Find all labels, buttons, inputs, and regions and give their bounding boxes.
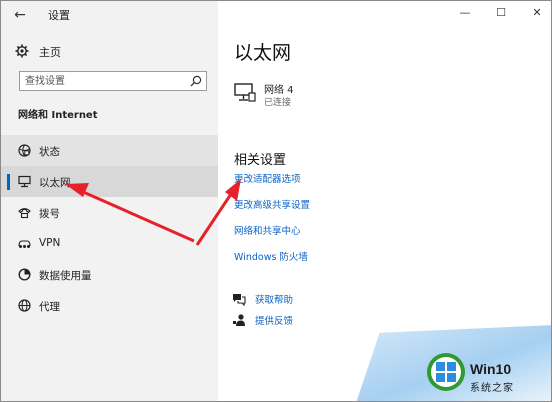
close-button[interactable]: ✕ (527, 5, 547, 21)
watermark-subtitle: 系统之家 (470, 383, 514, 394)
sidebar-item-label: VPN (39, 237, 61, 249)
page-title: 以太网 (234, 42, 292, 64)
window-controls: — ☐ ✕ (443, 1, 551, 27)
network-status: 已连接 (264, 98, 292, 108)
watermark-title: Win10 (470, 361, 512, 377)
status-globe-icon (18, 144, 31, 157)
data-usage-icon (18, 268, 31, 281)
sidebar-item-home[interactable]: 主页 (1, 39, 218, 63)
search-icon[interactable] (190, 75, 202, 87)
proxy-globe-icon (18, 299, 31, 312)
network-name[interactable]: 网络 4 (264, 81, 294, 96)
sidebar-item-proxy[interactable]: 代理 (1, 290, 218, 321)
change-adapter-options-link[interactable]: 更改适配器选项 (234, 171, 301, 185)
sidebar-item-data-usage[interactable]: 数据使用量 (1, 259, 218, 290)
title-bar: ← 设置 (1, 1, 218, 29)
win10-logo-icon (427, 353, 465, 391)
network-computer-icon[interactable] (234, 83, 256, 103)
sidebar-item-ethernet[interactable]: 以太网 (1, 166, 218, 197)
sidebar-item-label: 以太网 (39, 177, 71, 189)
windows-firewall-link[interactable]: Windows 防火墙 (234, 249, 308, 263)
sidebar-item-vpn[interactable]: VPN (1, 228, 218, 259)
minimize-button[interactable]: — (455, 5, 475, 21)
settings-window: ← 设置 主页 网络和 Internet (0, 0, 552, 402)
home-gear-icon (15, 44, 29, 58)
advanced-sharing-settings-link[interactable]: 更改高级共享设置 (234, 197, 310, 211)
search-box[interactable] (19, 71, 207, 91)
home-label: 主页 (39, 46, 61, 59)
related-settings-title: 相关设置 (234, 153, 287, 168)
give-feedback-link[interactable]: 提供反馈 (255, 313, 293, 327)
ethernet-icon (18, 175, 31, 188)
sidebar-item-label: 状态 (39, 146, 60, 158)
get-help-link[interactable]: 获取帮助 (255, 292, 293, 306)
help-chat-icon (233, 294, 246, 306)
network-sharing-center-link[interactable]: 网络和共享中心 (234, 223, 301, 237)
sidebar-item-dialup[interactable]: 拨号 (1, 197, 218, 228)
site-watermark: Win10 系统之家 (356, 325, 551, 401)
app-title: 设置 (48, 9, 70, 22)
search-input[interactable] (25, 74, 185, 88)
vpn-icon (18, 240, 31, 248)
sidebar: ← 设置 主页 网络和 Internet (1, 1, 218, 401)
sidebar-item-label: 拨号 (39, 208, 60, 220)
feedback-person-icon (233, 314, 245, 326)
sidebar-item-label: 代理 (39, 301, 60, 313)
back-arrow-icon[interactable]: ← (9, 5, 31, 25)
sidebar-item-label: 数据使用量 (39, 270, 92, 282)
section-title: 网络和 Internet (18, 110, 98, 121)
dialup-icon (18, 208, 31, 219)
sidebar-item-status[interactable]: 状态 (1, 135, 218, 166)
maximize-button[interactable]: ☐ (491, 5, 511, 21)
